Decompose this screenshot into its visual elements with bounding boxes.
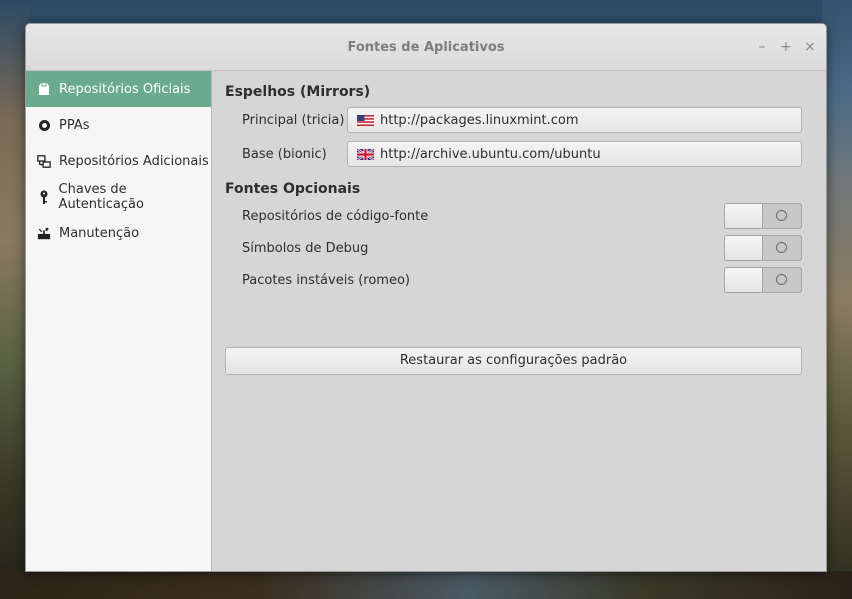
ppa-icon	[37, 117, 51, 133]
debug-symbols-switch[interactable]	[724, 235, 802, 261]
sidebar-item-label: Chaves de Autenticação	[58, 182, 144, 212]
software-sources-window: Fontes de Aplicativos – + × Repositórios…	[25, 23, 827, 572]
sidebar-item-label: PPAs	[59, 117, 90, 133]
base-mirror-url: http://archive.ubuntu.com/ubuntu	[380, 146, 601, 162]
switch-knob	[725, 236, 763, 260]
desktop-wallpaper-bottom	[0, 571, 852, 599]
us-flag-icon	[357, 114, 374, 126]
source-code-label: Repositórios de código-fonte	[242, 209, 429, 224]
sidebar-item-ppas[interactable]: PPAs	[26, 107, 211, 143]
switch-off-icon	[776, 242, 787, 253]
sidebar-item-label: Manutenção	[59, 225, 140, 241]
sidebar-item-official-repositories[interactable]: Repositórios Oficiais	[26, 71, 211, 107]
main-mirror-url: http://packages.linuxmint.com	[380, 112, 579, 128]
debug-symbols-label: Símbolos de Debug	[242, 241, 369, 256]
minimize-button[interactable]: –	[753, 38, 771, 56]
base-mirror-label: Base (bionic)	[242, 147, 327, 162]
switch-knob	[725, 268, 763, 292]
window-title: Fontes de Aplicativos	[347, 40, 505, 55]
switch-off-icon	[776, 210, 787, 221]
mirrors-section-title: Espelhos (Mirrors)	[225, 84, 371, 100]
switch-knob	[725, 204, 763, 228]
maximize-button[interactable]: +	[777, 38, 795, 56]
key-icon	[37, 189, 51, 205]
unstable-packages-switch[interactable]	[724, 267, 802, 293]
base-mirror-button[interactable]: http://archive.ubuntu.com/ubuntu	[347, 141, 802, 167]
sidebar-item-maintenance[interactable]: Manutenção	[26, 215, 211, 251]
optional-section-title: Fontes Opcionais	[225, 181, 361, 197]
restore-defaults-button[interactable]: Restaurar as configurações padrão	[225, 347, 802, 375]
sidebar-item-label: Repositórios Oficiais	[59, 81, 191, 97]
sidebar-item-additional-repositories[interactable]: Repositórios Adicionais	[26, 143, 211, 179]
network-icon	[37, 153, 51, 169]
main-mirror-button[interactable]: http://packages.linuxmint.com	[347, 107, 802, 133]
uk-flag-icon	[357, 148, 374, 160]
titlebar[interactable]: Fontes de Aplicativos – + ×	[26, 24, 826, 71]
unstable-packages-label: Pacotes instáveis (romeo)	[242, 273, 410, 288]
tools-icon	[37, 225, 51, 241]
main-mirror-label: Principal (tricia)	[242, 113, 345, 128]
sidebar-item-label: Repositórios Adicionais	[59, 153, 209, 169]
close-button[interactable]: ×	[801, 38, 819, 56]
package-icon	[37, 81, 51, 97]
sidebar-item-authentication-keys[interactable]: Chaves de Autenticação	[26, 179, 211, 215]
source-code-switch[interactable]	[724, 203, 802, 229]
sidebar: Repositórios Oficiais PPAs Repositórios …	[26, 71, 212, 571]
content-area: Espelhos (Mirrors) Principal (tricia) ht…	[225, 71, 802, 571]
switch-off-icon	[776, 274, 787, 285]
